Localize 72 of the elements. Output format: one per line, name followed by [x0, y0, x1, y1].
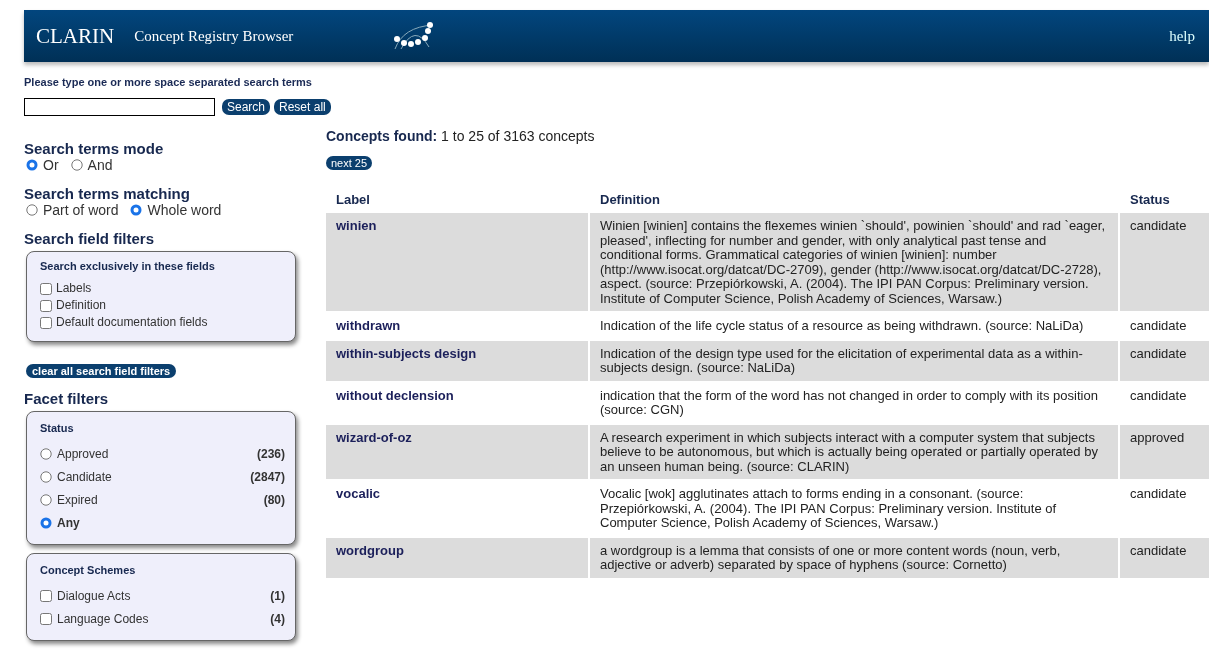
- checkbox-icon[interactable]: [40, 316, 52, 329]
- status-cell-text: candidate: [1129, 317, 1188, 335]
- definition-cell: Indication of the design type used for the elicitation of experimental data as a within-subjects design. (source: NaLiDa): [590, 340, 1118, 381]
- status-cell: approved: [1120, 424, 1209, 479]
- checkbox-icon[interactable]: [40, 589, 52, 602]
- radio-unselected-icon[interactable]: [40, 470, 52, 483]
- results-summary: Concepts found: 1 to 25 of 3163 concepts: [326, 128, 595, 144]
- option-count: (4): [270, 611, 285, 626]
- next-page-button[interactable]: next 25: [326, 156, 373, 170]
- panel-title: Concept Schemes: [40, 564, 137, 576]
- definition-cell-text: Indication of the life cycle status of a resource as being withdrawn. (source: NaLiDa): [599, 317, 1085, 335]
- option-label: Part of word: [43, 202, 119, 218]
- option-label: Dialogue Acts: [57, 588, 131, 603]
- checkbox-icon[interactable]: [40, 612, 52, 625]
- search-field[interactable]: [24, 98, 215, 116]
- section-heading: Search terms matching: [24, 185, 191, 202]
- option-count: (1): [270, 588, 285, 603]
- label-cell[interactable]: wizard-of-oz: [326, 424, 588, 479]
- definition-cell: Winien [winien] contains the flexemes winien `should', powinien `should' and rad `eager, pleased', inflecting for number and gender, with only analytical past tense and conditional forms. Grammatical categories of winien [winien]: number (http://www.isocat.org/datcat/DC-2709), gender (http://www.isocat.org/datcat/DC-2728), aspect. (source: Przepiórkowski, A. (2004). The IPI PAN Corpus: Preliminary version. Institute of Computer Science, Polish Academy of Sciences, Warsaw.): [590, 213, 1118, 311]
- radio-unselected-icon[interactable]: [26, 204, 38, 216]
- label-cell[interactable]: winien: [326, 213, 588, 311]
- option-count: (80): [263, 492, 285, 507]
- label-cell[interactable]: wordgroup: [326, 537, 588, 578]
- status-cell-text: candidate: [1129, 485, 1188, 503]
- option-label: Default documentation fields: [56, 314, 208, 331]
- site-title: CLARIN: [36, 23, 115, 49]
- option-count: (2847): [250, 469, 285, 484]
- status-cell-text: candidate: [1129, 386, 1188, 405]
- panel-title: Status: [40, 422, 75, 434]
- checkbox-icon[interactable]: [40, 299, 52, 312]
- status-cell: candidate: [1120, 213, 1209, 311]
- label-cell[interactable]: without declension: [326, 382, 588, 423]
- option-count: (236): [257, 446, 285, 461]
- option-label: Whole word: [147, 202, 222, 218]
- label-cell[interactable]: within-subjects design: [326, 340, 588, 381]
- panel-title: Search exclusively in these fields: [40, 260, 216, 272]
- radio-unselected-icon[interactable]: [70, 159, 83, 171]
- radio-selected-icon[interactable]: [130, 204, 143, 216]
- option-label: Expired: [57, 492, 98, 507]
- option-label: And: [87, 157, 113, 173]
- search-instructions: Please type one or more space separated search terms: [24, 76, 313, 88]
- status-cell: candidate: [1120, 340, 1209, 381]
- column-header: Label: [335, 191, 371, 209]
- section-heading: Search field filters: [24, 230, 156, 247]
- section-heading: Search terms mode: [24, 140, 165, 157]
- option-label: Any: [57, 515, 80, 530]
- clear-filters-button[interactable]: clear all search field filters: [26, 364, 177, 378]
- search-button[interactable]: Search: [222, 99, 271, 115]
- definition-cell: A research experiment in which subjects interact with a computer system that subjects believe to be autonomous, but which is actually being operated or partially operated by an unseen human being. (source: CLARIN): [590, 424, 1118, 479]
- definition-cell-text: indication that the form of the word has not changed in order to comply with its position (source: CGN): [599, 386, 1099, 419]
- column-header: Definition: [599, 191, 661, 209]
- definition-cell: a wordgroup is a lemma that consists of one or more content words (noun, verb, adjective or adverb) separated by space of hyphens (source: Cornetto): [590, 537, 1118, 578]
- reset-button[interactable]: Reset all: [274, 99, 331, 115]
- radio-selected-icon[interactable]: [40, 516, 52, 529]
- label-cell[interactable]: vocalic: [326, 481, 588, 536]
- label-cell[interactable]: withdrawn: [326, 313, 588, 339]
- status-cell: candidate: [1120, 537, 1209, 578]
- option-label: Candidate: [57, 469, 112, 484]
- radio-selected-icon[interactable]: [26, 159, 38, 171]
- definition-cell-text: Vocalic [wok] agglutinates attach to forms ending in a consonant. (source: Przepiórkowski, A. (2004). The IPI PAN Corpus: Preliminary version. Institute of Computer Science, Polish Academy of Sciences, Warsaw.): [599, 485, 1058, 532]
- option-label: Approved: [57, 446, 109, 461]
- help-link[interactable]: help: [1169, 27, 1195, 45]
- option-label: Definition: [56, 297, 107, 314]
- radio-unselected-icon[interactable]: [40, 493, 52, 506]
- option-label: Labels: [56, 280, 92, 297]
- site-subtitle: Concept Registry Browser: [134, 27, 294, 45]
- checkbox-icon[interactable]: [40, 282, 52, 295]
- section-heading: Facet filters: [24, 390, 110, 407]
- option-label: Language Codes: [57, 611, 149, 626]
- radio-unselected-icon[interactable]: [40, 447, 52, 460]
- column-header: Status: [1129, 191, 1171, 209]
- option-label: Or: [43, 157, 59, 173]
